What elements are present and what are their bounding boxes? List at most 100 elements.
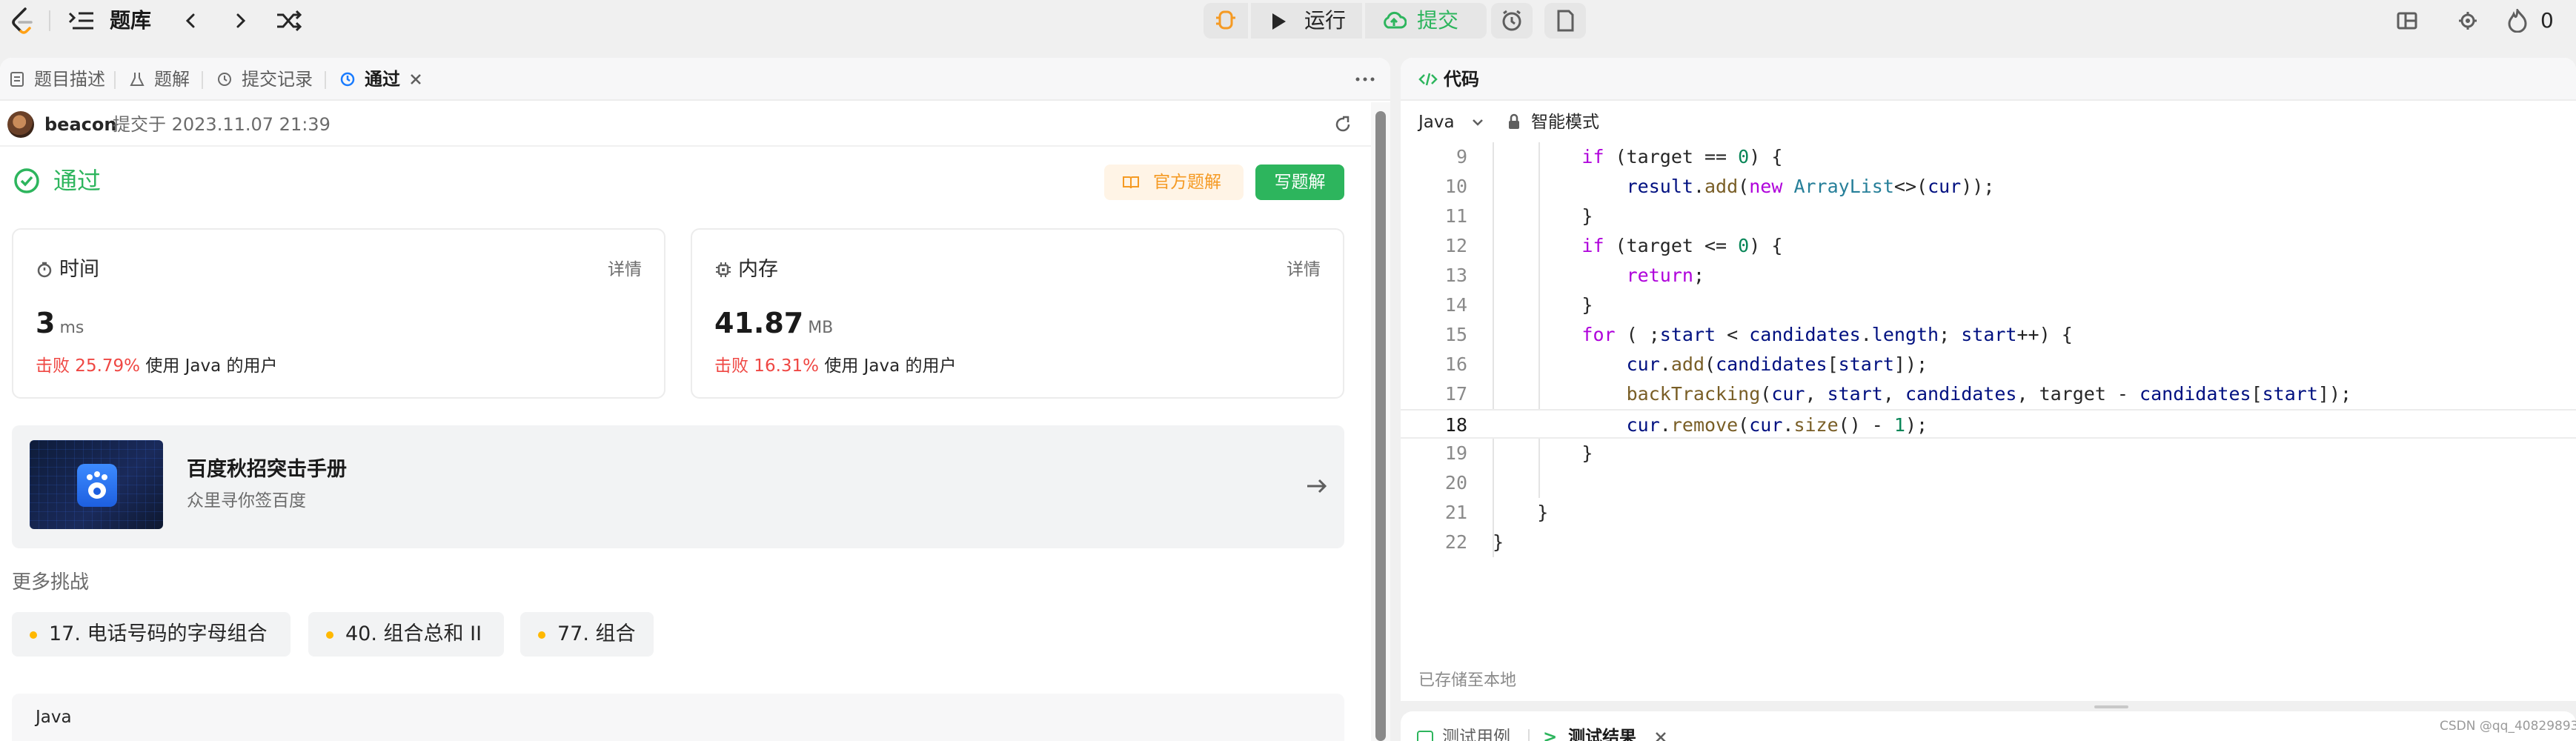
code-line[interactable]: 17 backTracking(cur, start, candidates, … xyxy=(1401,379,2576,409)
challenge-chip[interactable]: 40. 组合总和 II xyxy=(308,612,504,657)
panel-resize-handle[interactable] xyxy=(2094,705,2128,708)
language-select[interactable]: Java xyxy=(1418,111,1455,133)
code-line[interactable]: 20 xyxy=(1401,468,2576,498)
line-number: 12 xyxy=(1444,235,1467,256)
flame-icon xyxy=(2508,9,2527,33)
gear-icon[interactable] xyxy=(2453,7,2483,34)
avatar[interactable] xyxy=(7,111,34,138)
run-label: 运行 xyxy=(1304,8,1347,33)
streak-counter[interactable]: 0 xyxy=(2505,6,2569,36)
tab-label: 测试结果 xyxy=(1568,728,1636,741)
line-number: 13 xyxy=(1444,265,1467,286)
difficulty-dot xyxy=(538,631,545,639)
write-solution-button[interactable]: 写题解 xyxy=(1255,165,1344,200)
code-text: return; xyxy=(1626,265,1704,286)
prompt-icon: > xyxy=(1543,728,1558,741)
play-icon xyxy=(1272,13,1286,30)
code-line[interactable]: 10 result.add(new ArrayList<>(cur)); xyxy=(1401,172,2576,202)
challenge-chip[interactable]: 17. 电话号码的字母组合 xyxy=(12,612,291,657)
promo-image xyxy=(30,440,163,529)
check-circle-icon xyxy=(13,167,40,194)
chevron-right-icon[interactable] xyxy=(227,7,253,34)
code-line[interactable]: 9 if (target == 0) { xyxy=(1401,142,2576,172)
tab-label: 题目描述 xyxy=(34,69,105,90)
submit-time: 提交于 2023.11.07 21:39 xyxy=(113,114,331,135)
divider xyxy=(325,71,326,89)
smart-mode-toggle[interactable]: 智能模式 xyxy=(1531,111,1599,133)
tab-solutions[interactable]: 题解 xyxy=(129,58,196,101)
divider xyxy=(49,10,50,31)
memory-number: 41.87 xyxy=(714,307,804,339)
close-icon[interactable] xyxy=(406,70,425,89)
tab-submissions[interactable]: 提交记录 xyxy=(216,58,317,101)
more-challenges-title: 更多挑战 xyxy=(12,571,90,594)
arrow-right-icon[interactable] xyxy=(1301,473,1331,499)
tab-code[interactable]: 代码 xyxy=(1444,67,1479,92)
line-number: 14 xyxy=(1444,294,1467,316)
memory-detail-link[interactable]: 详情 xyxy=(1287,256,1321,283)
chevron-down-icon[interactable] xyxy=(1470,116,1485,129)
official-solution-button[interactable]: 官方题解 xyxy=(1104,165,1244,200)
runtime-detail-link[interactable]: 详情 xyxy=(608,256,642,283)
code-text: result.add(new ArrayList<>(cur)); xyxy=(1626,176,1995,197)
scrollbar-thumb[interactable] xyxy=(1375,111,1386,741)
memory-unit: MB xyxy=(808,319,834,337)
leetcode-logo-icon[interactable] xyxy=(7,6,37,36)
line-number: 22 xyxy=(1444,531,1467,553)
problem-bank-link[interactable]: 题库 xyxy=(110,6,151,36)
list-indent-icon[interactable] xyxy=(67,7,96,34)
challenge-label: 17. 电话号码的字母组合 xyxy=(49,622,268,645)
layout-icon[interactable] xyxy=(2392,7,2422,34)
code-line[interactable]: 12 if (target <= 0) { xyxy=(1401,231,2576,261)
notes-icon[interactable] xyxy=(1544,3,1586,39)
divider xyxy=(202,71,203,89)
code-line[interactable]: 14 } xyxy=(1401,290,2576,320)
share-icon[interactable] xyxy=(1332,114,1353,135)
editor-toolbar: Java 智能模式 xyxy=(1401,102,2576,142)
code-line[interactable]: 13 return; xyxy=(1401,261,2576,290)
code-line[interactable]: 21 } xyxy=(1401,498,2576,528)
runtime-beat-text: 使用 Java 的用户 xyxy=(140,356,278,376)
runtime-beat-pct: 击败 25.79% xyxy=(36,356,141,376)
code-icon xyxy=(1418,73,1438,86)
submitted-code-card[interactable]: Java xyxy=(12,694,1344,741)
history-icon xyxy=(218,73,231,86)
shuffle-icon[interactable] xyxy=(274,7,304,34)
line-number: 20 xyxy=(1444,472,1467,494)
run-button[interactable]: 运行 xyxy=(1251,3,1362,39)
challenge-chip[interactable]: 77. 组合 xyxy=(520,612,654,657)
code-line[interactable]: 18 cur.remove(cur.size() - 1); xyxy=(1401,409,2576,439)
tab-description[interactable]: 题目描述 xyxy=(9,58,105,101)
checkbox-icon xyxy=(1417,731,1433,741)
alarm-clock-icon[interactable] xyxy=(1491,3,1533,39)
runtime-unit: ms xyxy=(59,319,84,337)
status-row: 通过 官方题解 写题解 xyxy=(0,148,1371,215)
tab-accepted[interactable]: 通过 xyxy=(339,58,406,101)
memory-beat: 击败 16.31% 使用 Java 的用户 xyxy=(714,354,957,378)
code-text: } xyxy=(1493,294,1593,316)
divider xyxy=(1528,729,1530,741)
challenge-label: 40. 组合总和 II xyxy=(345,622,482,645)
code-line[interactable]: 19 } xyxy=(1401,439,2576,468)
chevron-left-icon[interactable] xyxy=(178,7,205,34)
code-line[interactable]: 16 cur.add(candidates[start]); xyxy=(1401,350,2576,379)
runtime-value: 3 ms xyxy=(36,305,84,346)
code-text: } xyxy=(1493,502,1549,523)
more-options-icon[interactable] xyxy=(1352,68,1378,90)
test-panel: 测试用例 > 测试结果 xyxy=(1401,711,2576,741)
memory-card[interactable]: 内存 详情 41.87 MB 击败 16.31% 使用 Java 的用户 xyxy=(691,228,1344,399)
code-text: for ( ;start < candidates.length; start+… xyxy=(1581,324,2073,345)
promo-title: 百度秋招突击手册 xyxy=(187,458,347,481)
debug-button[interactable] xyxy=(1204,3,1248,39)
code-line[interactable]: 15 for ( ;start < candidates.length; sta… xyxy=(1401,320,2576,350)
code-line[interactable]: 11 } xyxy=(1401,202,2576,231)
user-name[interactable]: beacon xyxy=(44,113,116,136)
promo-banner[interactable]: 百度秋招突击手册 众里寻你签百度 xyxy=(12,425,1344,548)
close-icon[interactable] xyxy=(1653,729,1669,741)
code-tab-bar: 代码 xyxy=(1401,58,2576,101)
code-line[interactable]: 22} xyxy=(1401,528,2576,557)
runtime-card[interactable]: 时间 详情 3 ms 击败 25.79% 使用 Java 的用户 xyxy=(12,228,665,399)
tab-label: 提交记录 xyxy=(242,69,313,90)
submit-button[interactable]: 提交 xyxy=(1365,3,1487,39)
code-editor[interactable]: 9 if (target == 0) {10 result.add(new Ar… xyxy=(1401,142,2576,631)
